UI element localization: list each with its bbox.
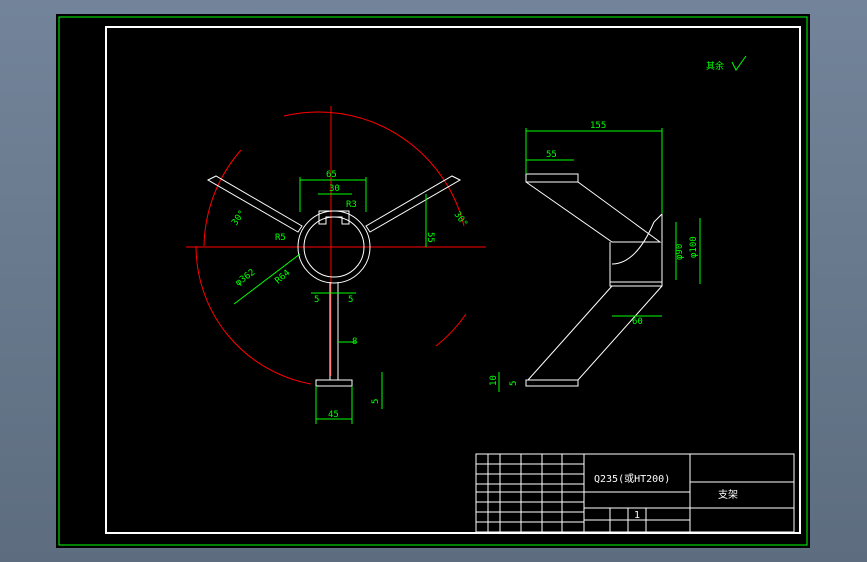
radius-r5: R5 — [275, 233, 286, 243]
dim-side-55: 55 — [546, 150, 557, 160]
dia-90: φ90 — [675, 244, 685, 260]
dim-5-left: 5 — [314, 295, 319, 305]
radius-r64: R64 — [274, 268, 293, 286]
front-view: 65 30 R3 55 30° 30° R5 φ362 R64 5 5 8 45… — [186, 106, 486, 424]
scale-value: 1 — [634, 510, 640, 521]
inner-border — [105, 26, 801, 534]
dim-155: 155 — [590, 121, 606, 131]
dia-100: φ100 — [689, 236, 699, 258]
dim-60: 60 — [632, 317, 643, 327]
material-label: Q235(或HT200) — [594, 473, 670, 485]
dim-5-right: 5 — [348, 295, 353, 305]
hub-block — [609, 242, 663, 283]
dim-10: 10 — [489, 375, 499, 386]
dim-30: 30 — [329, 184, 340, 194]
engineering-drawing: 其余 65 30 R3 55 30° 30° R5 φ362 R64 5 5 8… — [58, 16, 808, 546]
dia-362: φ362 — [234, 268, 257, 289]
dim-45: 45 — [328, 410, 339, 420]
angle-right: 30° — [452, 210, 470, 229]
foot-plate — [315, 379, 353, 387]
angle-left: 30° — [230, 209, 248, 228]
radius-r3: R3 — [346, 200, 357, 210]
left-arm — [206, 175, 303, 233]
dim-55-height: 55 — [425, 232, 435, 243]
part-name: 支架 — [718, 489, 738, 501]
title-block: Q235(或HT200) 支架 1 — [475, 453, 795, 533]
dim-5-foot: 5 — [371, 399, 381, 404]
top-plate — [525, 173, 579, 183]
dim-65: 65 — [326, 170, 337, 180]
bottom-plate — [525, 379, 579, 387]
lower-web — [526, 285, 663, 381]
dim-side-5: 5 — [509, 381, 519, 386]
drawing-canvas[interactable]: 其余 65 30 R3 55 30° 30° R5 φ362 R64 5 5 8… — [56, 14, 810, 548]
dim-8: 8 — [352, 337, 357, 347]
side-view: 155 55 60 φ90 φ100 10 5 — [489, 121, 701, 392]
roughness-symbol-icon: 其余 — [706, 55, 747, 72]
outer-border — [58, 16, 808, 546]
upper-web — [525, 181, 662, 243]
roughness-note: 其余 — [706, 60, 724, 72]
right-arm — [365, 175, 462, 233]
